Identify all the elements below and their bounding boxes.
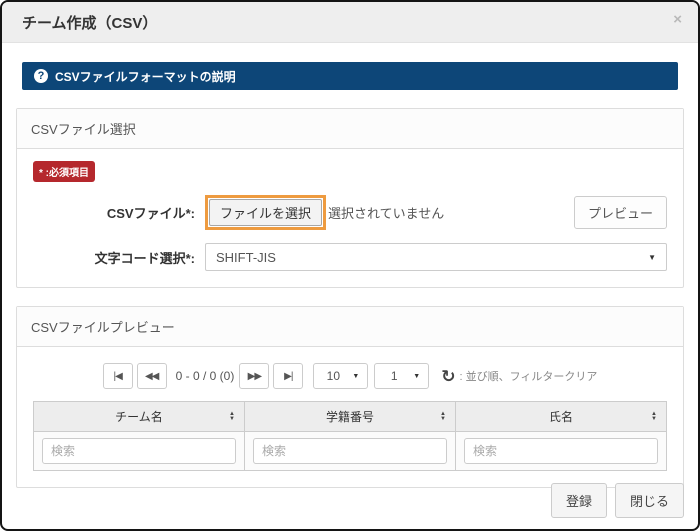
chevron-down-icon: ▼ xyxy=(413,373,420,380)
full-name-filter-input[interactable] xyxy=(464,438,658,464)
csv-file-select-panel-body: * :必須項目 CSVファイル*: ファイルを選択 選択されていません プレビュ… xyxy=(17,149,683,287)
register-button[interactable]: 登録 xyxy=(551,483,607,518)
csv-file-label: CSVファイル*: xyxy=(33,203,205,222)
required-badge: * :必須項目 xyxy=(33,161,95,182)
chevron-down-icon: ▼ xyxy=(352,373,359,380)
refresh-icon[interactable]: ↻ xyxy=(441,368,455,385)
preview-table: チーム名 ▲▼ 学籍番号 ▲▼ 氏名 ▲▼ xyxy=(33,401,667,471)
sort-icon: ▲▼ xyxy=(440,412,446,422)
pager: |◀ ◀◀ 0 - 0 / 0 (0) ▶▶ ▶| 10 ▼ 1 ▼ ↻ : 並… xyxy=(33,363,667,389)
first-page-button[interactable]: |◀ xyxy=(103,363,133,389)
csv-preview-panel-title: CSVファイルプレビュー xyxy=(17,307,683,347)
filter-cell-team-name xyxy=(34,432,245,471)
column-header-full-name[interactable]: 氏名 ▲▼ xyxy=(456,402,667,432)
refresh-hint-text: : 並び順、フィルタークリア xyxy=(459,368,597,384)
last-page-button[interactable]: ▶| xyxy=(273,363,303,389)
next-page-button[interactable]: ▶▶ xyxy=(239,363,269,389)
help-icon: ? xyxy=(34,69,48,83)
close-icon[interactable]: × xyxy=(673,12,682,27)
sort-icon: ▲▼ xyxy=(651,412,657,422)
csv-file-select-panel-title: CSVファイル選択 xyxy=(17,109,683,149)
close-button[interactable]: 閉じる xyxy=(615,483,684,518)
csv-format-help-bar[interactable]: ? CSVファイルフォーマットの説明 xyxy=(22,62,678,90)
column-header-team-name[interactable]: チーム名 ▲▼ xyxy=(34,402,245,432)
preview-button[interactable]: プレビュー xyxy=(574,196,667,229)
page-size-select[interactable]: 10 ▼ xyxy=(313,363,368,389)
column-header-student-id[interactable]: 学籍番号 ▲▼ xyxy=(245,402,456,432)
filter-cell-student-id xyxy=(245,432,456,471)
csv-file-select-panel: CSVファイル選択 * :必須項目 CSVファイル*: ファイルを選択 選択され… xyxy=(16,108,684,288)
csv-preview-panel: CSVファイルプレビュー |◀ ◀◀ 0 - 0 / 0 (0) ▶▶ ▶| 1… xyxy=(16,306,684,488)
encoding-select[interactable]: SHIFT-JIS ▼ xyxy=(205,243,667,271)
encoding-row: 文字コード選択*: SHIFT-JIS ▼ xyxy=(33,243,667,271)
csv-file-row: CSVファイル*: ファイルを選択 選択されていません プレビュー xyxy=(33,195,667,230)
choose-file-button[interactable]: ファイルを選択 xyxy=(209,199,322,226)
page-size-value: 10 xyxy=(322,369,344,383)
dialog-title: チーム作成（CSV） xyxy=(22,12,157,33)
csv-format-help-label: CSVファイルフォーマットの説明 xyxy=(55,68,236,85)
prev-page-button[interactable]: ◀◀ xyxy=(137,363,167,389)
page-number-value: 1 xyxy=(383,369,405,383)
page-number-select[interactable]: 1 ▼ xyxy=(374,363,429,389)
record-range-info: 0 - 0 / 0 (0) xyxy=(176,369,235,383)
csv-preview-panel-body: |◀ ◀◀ 0 - 0 / 0 (0) ▶▶ ▶| 10 ▼ 1 ▼ ↻ : 並… xyxy=(17,347,683,487)
team-create-csv-dialog: チーム作成（CSV） × ? CSVファイルフォーマットの説明 CSVファイル選… xyxy=(0,0,700,531)
sort-icon: ▲▼ xyxy=(229,412,235,422)
dialog-footer: 登録 閉じる xyxy=(551,483,684,518)
file-selection-status: 選択されていません xyxy=(328,203,444,222)
filter-cell-full-name xyxy=(456,432,667,471)
encoding-selected-value: SHIFT-JIS xyxy=(216,250,276,265)
encoding-label: 文字コード選択*: xyxy=(33,248,205,267)
student-id-filter-input[interactable] xyxy=(253,438,447,464)
team-name-filter-input[interactable] xyxy=(42,438,236,464)
file-input-focus-outline: ファイルを選択 xyxy=(205,195,326,230)
dialog-header: チーム作成（CSV） xyxy=(2,2,698,43)
chevron-down-icon: ▼ xyxy=(648,253,656,262)
